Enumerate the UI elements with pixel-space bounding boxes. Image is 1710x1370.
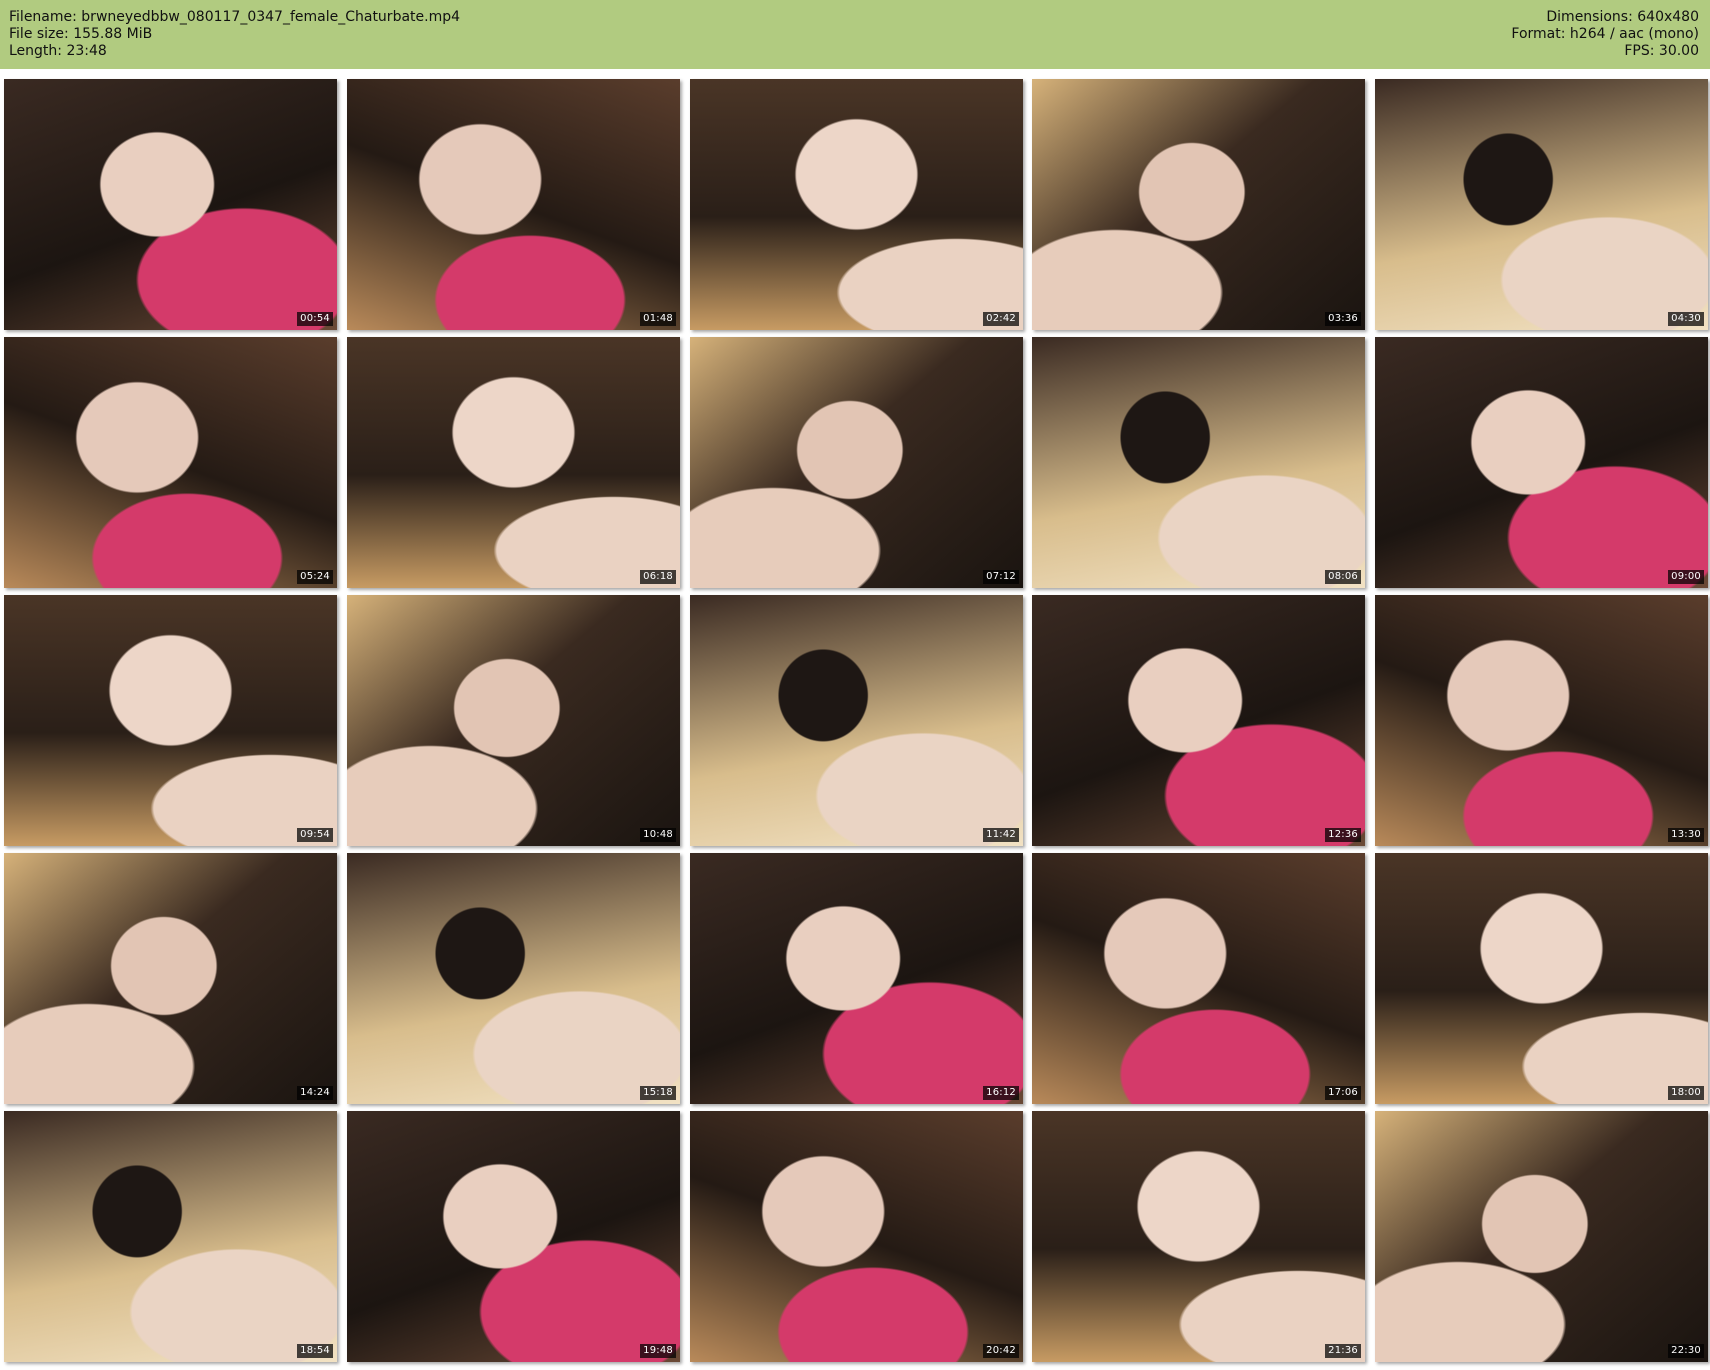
frame-image xyxy=(4,1111,337,1362)
frame-timestamp: 21:36 xyxy=(1325,1344,1361,1358)
format-text: Format: h264 / aac (mono) xyxy=(1511,26,1699,42)
info-header: Filename: brwneyedbbw_080117_0347_female… xyxy=(0,0,1710,69)
frame-timestamp: 02:42 xyxy=(983,312,1019,326)
video-frame-thumbnail: 09:54 xyxy=(4,595,337,846)
frame-timestamp: 17:06 xyxy=(1325,1086,1361,1100)
video-frame-thumbnail: 13:30 xyxy=(1375,595,1708,846)
video-frame-thumbnail: 10:48 xyxy=(347,595,680,846)
frame-timestamp: 16:12 xyxy=(983,1086,1019,1100)
video-frame-thumbnail: 22:30 xyxy=(1375,1111,1708,1362)
frame-image xyxy=(1375,79,1708,330)
frame-image xyxy=(1375,595,1708,846)
frame-image xyxy=(347,595,680,846)
video-frame-thumbnail: 20:42 xyxy=(690,1111,1023,1362)
video-frame-thumbnail: 18:54 xyxy=(4,1111,337,1362)
video-frame-thumbnail: 03:36 xyxy=(1032,79,1365,330)
video-frame-thumbnail: 01:48 xyxy=(347,79,680,330)
frame-image xyxy=(690,853,1023,1104)
video-frame-thumbnail: 11:42 xyxy=(690,595,1023,846)
frame-image xyxy=(690,337,1023,588)
filesize-text: File size: 155.88 MiB xyxy=(9,26,153,42)
frame-image xyxy=(1032,79,1365,330)
video-frame-thumbnail: 17:06 xyxy=(1032,853,1365,1104)
frame-timestamp: 12:36 xyxy=(1325,828,1361,842)
frame-image xyxy=(690,595,1023,846)
frame-image xyxy=(347,853,680,1104)
frame-image xyxy=(347,1111,680,1362)
frame-timestamp: 09:00 xyxy=(1668,570,1704,584)
frame-timestamp: 09:54 xyxy=(297,828,333,842)
video-frame-thumbnail: 12:36 xyxy=(1032,595,1365,846)
frame-timestamp: 14:24 xyxy=(297,1086,333,1100)
frame-timestamp: 18:54 xyxy=(297,1344,333,1358)
frame-timestamp: 07:12 xyxy=(983,570,1019,584)
frame-timestamp: 01:48 xyxy=(640,312,676,326)
frame-image xyxy=(4,595,337,846)
video-frame-thumbnail: 08:06 xyxy=(1032,337,1365,588)
video-frame-thumbnail: 07:12 xyxy=(690,337,1023,588)
fps-text: FPS: 30.00 xyxy=(1624,43,1699,59)
frame-image xyxy=(690,1111,1023,1362)
frame-image xyxy=(1375,337,1708,588)
frame-image xyxy=(1032,595,1365,846)
thumbnail-grid: 00:54 01:48 02:42 03:36 04:30 05:24 06:18 07:12… xyxy=(4,79,1708,1365)
frame-timestamp: 11:42 xyxy=(983,828,1019,842)
video-frame-thumbnail: 14:24 xyxy=(4,853,337,1104)
frame-timestamp: 20:42 xyxy=(983,1344,1019,1358)
frame-image xyxy=(4,853,337,1104)
frame-image xyxy=(4,79,337,330)
frame-timestamp: 18:00 xyxy=(1668,1086,1704,1100)
frame-image xyxy=(1032,1111,1365,1362)
video-frame-thumbnail: 02:42 xyxy=(690,79,1023,330)
frame-image xyxy=(690,79,1023,330)
video-frame-thumbnail: 16:12 xyxy=(690,853,1023,1104)
dimensions-text: Dimensions: 640x480 xyxy=(1546,9,1699,25)
frame-image xyxy=(1375,1111,1708,1362)
frame-timestamp: 06:18 xyxy=(640,570,676,584)
frame-timestamp: 15:18 xyxy=(640,1086,676,1100)
frame-image xyxy=(1375,853,1708,1104)
video-frame-thumbnail: 00:54 xyxy=(4,79,337,330)
video-frame-thumbnail: 09:00 xyxy=(1375,337,1708,588)
frame-timestamp: 10:48 xyxy=(640,828,676,842)
video-frame-thumbnail: 21:36 xyxy=(1032,1111,1365,1362)
frame-timestamp: 03:36 xyxy=(1325,312,1361,326)
frame-image xyxy=(4,337,337,588)
video-frame-thumbnail: 18:00 xyxy=(1375,853,1708,1104)
video-frame-thumbnail: 19:48 xyxy=(347,1111,680,1362)
frame-image xyxy=(347,79,680,330)
video-frame-thumbnail: 05:24 xyxy=(4,337,337,588)
file-info: Filename: brwneyedbbw_080117_0347_female… xyxy=(9,9,460,60)
frame-timestamp: 04:30 xyxy=(1668,312,1704,326)
video-frame-thumbnail: 15:18 xyxy=(347,853,680,1104)
frame-timestamp: 08:06 xyxy=(1325,570,1361,584)
video-frame-thumbnail: 04:30 xyxy=(1375,79,1708,330)
frame-image xyxy=(347,337,680,588)
video-frame-thumbnail: 06:18 xyxy=(347,337,680,588)
frame-timestamp: 00:54 xyxy=(297,312,333,326)
filename-text: Filename: brwneyedbbw_080117_0347_female… xyxy=(9,9,461,25)
frame-timestamp: 05:24 xyxy=(297,570,333,584)
video-info: Dimensions: 640x480 Format: h264 / aac (… xyxy=(1511,9,1699,60)
frame-timestamp: 13:30 xyxy=(1668,828,1704,842)
length-text: Length: 23:48 xyxy=(9,43,107,59)
frame-timestamp: 19:48 xyxy=(640,1344,676,1358)
frame-timestamp: 22:30 xyxy=(1668,1344,1704,1358)
frame-image xyxy=(1032,337,1365,588)
frame-image xyxy=(1032,853,1365,1104)
